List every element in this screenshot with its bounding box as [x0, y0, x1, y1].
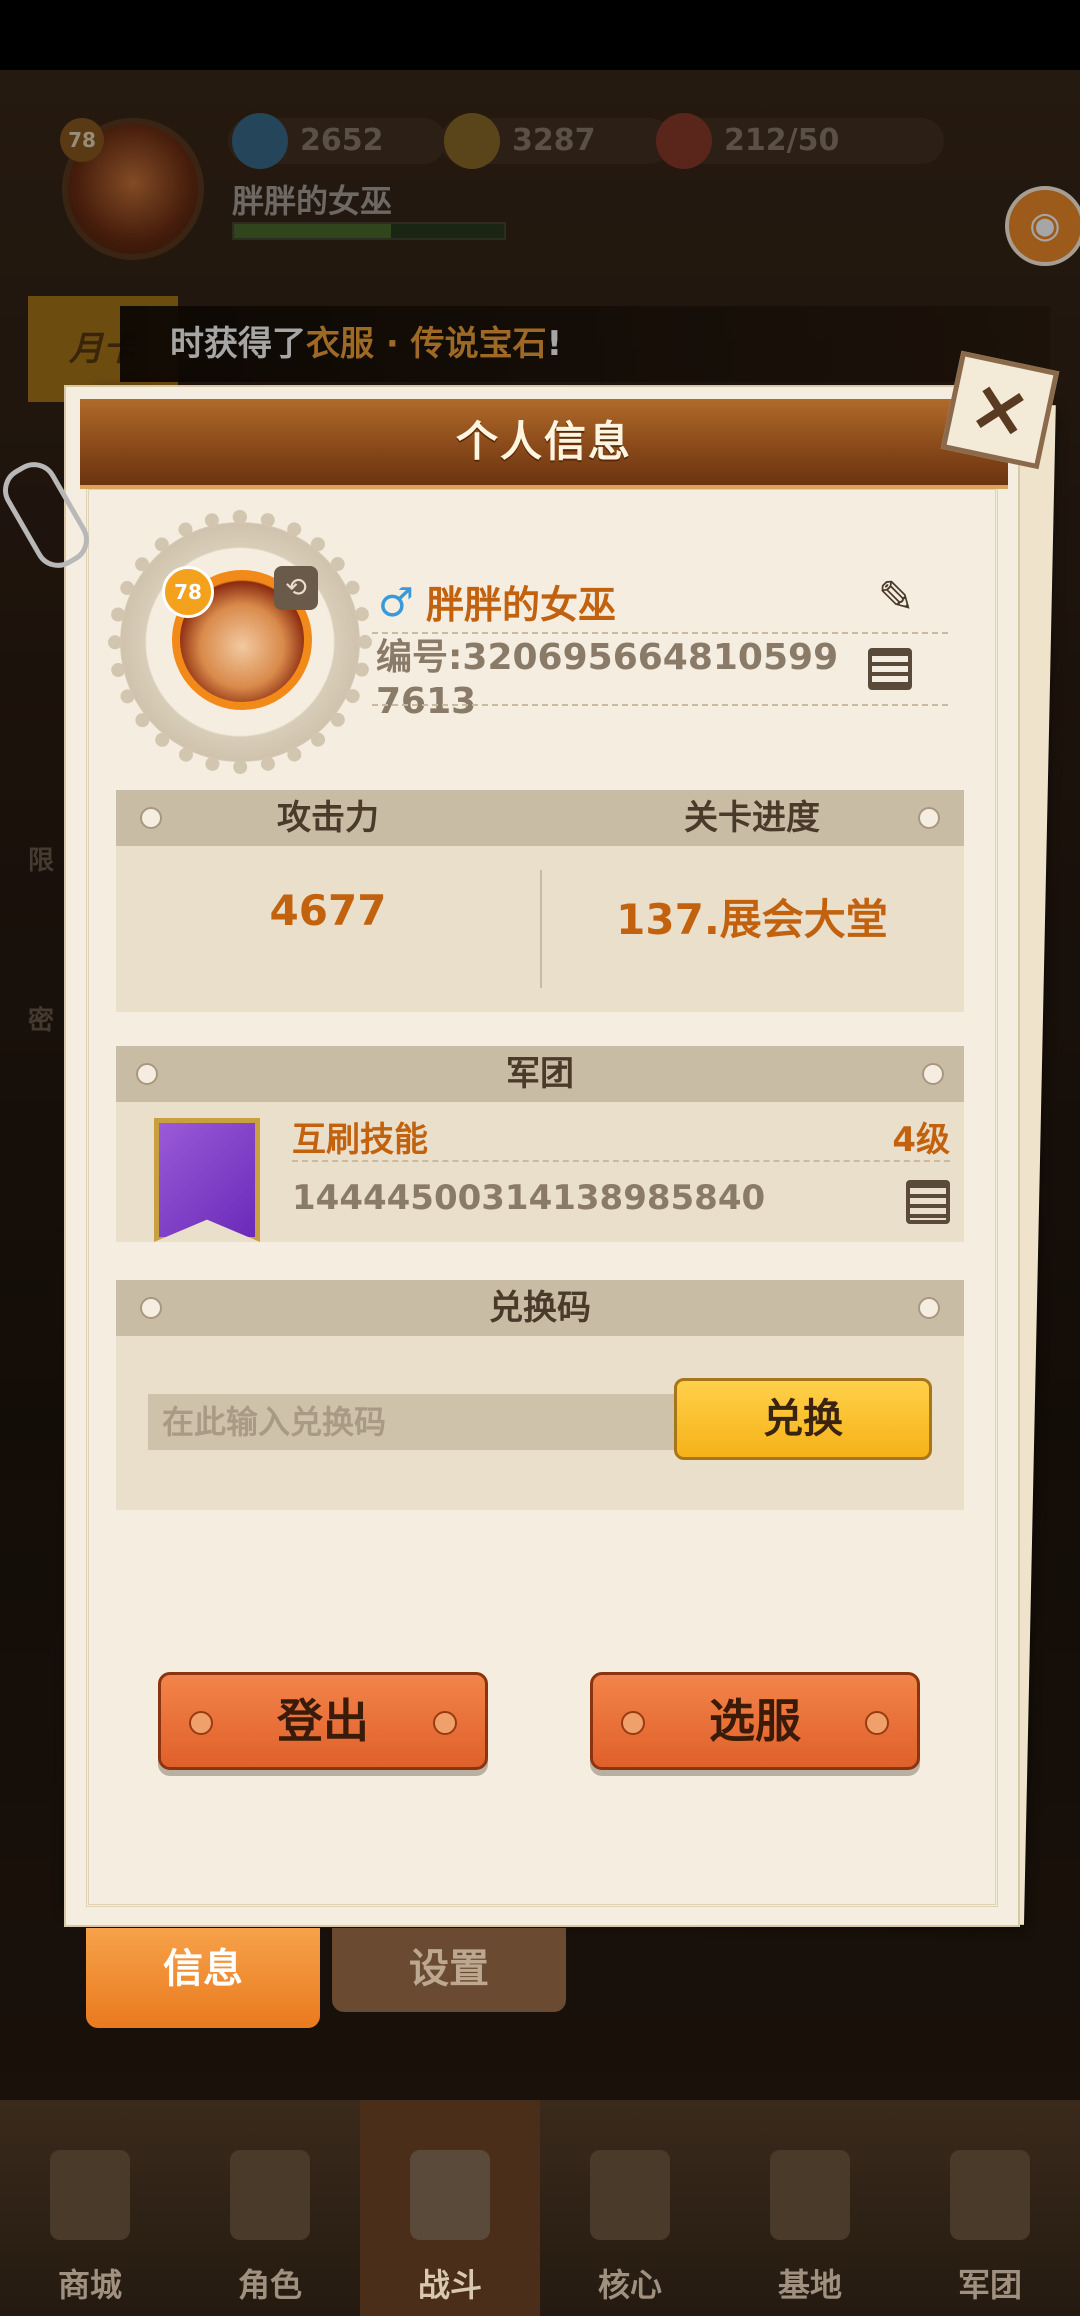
nav-item-character[interactable]: 角色: [180, 2100, 360, 2316]
base-icon: [770, 2150, 850, 2240]
rivet-icon: [918, 807, 940, 829]
divider: [292, 1160, 950, 1162]
swap-avatar-icon[interactable]: ⟲: [274, 566, 318, 610]
shop-icon: [50, 2150, 130, 2240]
guild-section: 军团 互刷技能 4级 1444450031413898584​0: [116, 1046, 964, 1242]
server-select-button[interactable]: 选服: [590, 1672, 920, 1770]
avatar-level-badge: 78: [162, 566, 214, 618]
redeem-button[interactable]: 兑换: [674, 1378, 932, 1460]
player-id: 编号:3206956648105997613: [376, 637, 839, 722]
logout-button[interactable]: 登出: [158, 1672, 488, 1770]
nav-label: 军团: [957, 2266, 1022, 2304]
redeem-header-label: 兑换码: [489, 1288, 591, 1328]
redeem-section: 兑换码 兑换: [116, 1280, 964, 1510]
rivet-icon: [140, 1297, 162, 1319]
tab-info[interactable]: 信息: [86, 1928, 320, 2028]
nav-label: 基地: [777, 2266, 842, 2304]
character-icon: [230, 2150, 310, 2240]
nav-item-core[interactable]: 核心: [540, 2100, 720, 2316]
player-name: 胖胖的女巫: [426, 583, 617, 627]
tab-settings[interactable]: 设置: [332, 1928, 566, 2012]
progress-value: 137.展会大堂: [616, 895, 888, 944]
bottom-nav: 商城 角色 战斗 核心 基地 军团: [0, 2100, 1080, 2316]
guild-name: 互刷技能: [292, 1120, 428, 1160]
guild-banner-icon[interactable]: [154, 1118, 260, 1242]
nav-label: 战斗: [417, 2266, 482, 2304]
nav-label: 角色: [237, 2266, 302, 2304]
rivet-icon: [865, 1711, 889, 1735]
guild-level: 4级: [892, 1120, 950, 1160]
divider: [372, 704, 948, 706]
male-icon: ♂: [378, 580, 414, 626]
nav-item-shop[interactable]: 商城: [0, 2100, 180, 2316]
guild-header-label: 军团: [506, 1054, 574, 1094]
edit-name-icon[interactable]: ✎: [870, 572, 922, 624]
rivet-icon: [433, 1711, 457, 1735]
core-icon: [590, 2150, 670, 2240]
legion-icon: [950, 2150, 1030, 2240]
nav-item-legion[interactable]: 军团: [900, 2100, 1080, 2316]
rivet-icon: [189, 1711, 213, 1735]
nav-item-base[interactable]: 基地: [720, 2100, 900, 2316]
progress-label: 关卡进度: [684, 798, 820, 838]
redeem-code-input[interactable]: [148, 1394, 688, 1450]
rivet-icon: [136, 1063, 158, 1085]
divider: [372, 632, 948, 634]
logout-label: 登出: [277, 1694, 369, 1748]
attack-value: 4677: [269, 886, 387, 935]
close-button[interactable]: ×: [940, 350, 1060, 470]
rivet-icon: [621, 1711, 645, 1735]
rivet-icon: [918, 1297, 940, 1319]
panel-title: 个人信息: [455, 417, 632, 466]
nav-label: 商城: [57, 2266, 122, 2304]
rivet-icon: [922, 1063, 944, 1085]
stats-header: 攻击力 关卡进度: [116, 790, 964, 846]
copy-guild-id-icon[interactable]: [906, 1180, 950, 1224]
server-select-label: 选服: [709, 1694, 801, 1748]
guild-id: 1444450031413898584​0: [292, 1178, 766, 1218]
stats-section: 攻击力 关卡进度 4677 137.展会大堂: [116, 790, 964, 1012]
redeem-header: 兑换码: [116, 1280, 964, 1336]
copy-id-icon[interactable]: [868, 648, 912, 690]
guns-icon: [410, 2150, 490, 2240]
title-band: 个人信息: [80, 399, 1008, 489]
nav-label: 核心: [597, 2266, 662, 2304]
guild-header: 军团: [116, 1046, 964, 1102]
attack-label: 攻击力: [277, 798, 379, 838]
nav-item-battle[interactable]: 战斗: [360, 2100, 540, 2316]
